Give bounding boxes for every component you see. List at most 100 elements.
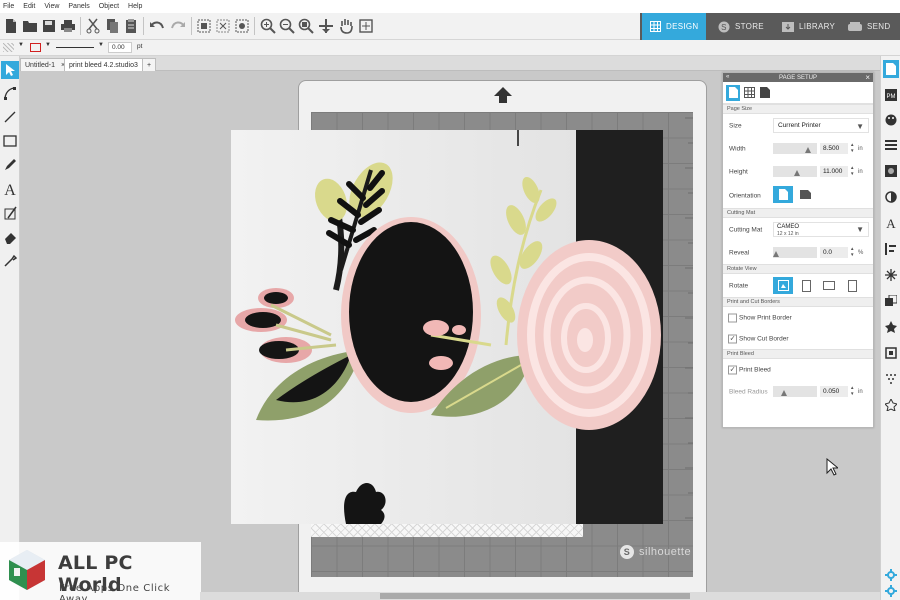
height-slider[interactable]	[773, 166, 817, 177]
width-input[interactable]: 8.500	[820, 143, 848, 154]
tab-store[interactable]: S STORE	[710, 13, 770, 40]
rotate-270-icon[interactable]	[842, 277, 862, 294]
page-tab-icon[interactable]	[726, 84, 740, 101]
eyedropper-tool-icon[interactable]	[1, 252, 19, 270]
rotate-90-icon[interactable]	[796, 277, 816, 294]
point-edit-tool-icon[interactable]	[1, 84, 19, 102]
fill-swatch[interactable]	[3, 43, 14, 52]
redo-icon[interactable]	[168, 16, 188, 36]
copy-icon[interactable]	[102, 16, 122, 36]
zoom-in-icon[interactable]	[258, 16, 278, 36]
add-tab-button[interactable]: +	[142, 58, 157, 71]
ungroup-icon[interactable]	[213, 16, 233, 36]
paste-icon[interactable]	[121, 16, 141, 36]
line-style-preview[interactable]	[56, 47, 94, 48]
rotate-180-icon[interactable]	[819, 277, 839, 294]
menu-help[interactable]: Help	[128, 3, 142, 10]
fit-page-icon[interactable]	[356, 16, 376, 36]
scrollbar-thumb[interactable]	[380, 593, 690, 599]
fill-pattern-icon[interactable]	[883, 162, 899, 180]
menu-panels[interactable]: Panels	[68, 3, 89, 10]
bleed-radius-slider[interactable]	[773, 386, 817, 397]
line-color-swatch[interactable]	[30, 43, 41, 52]
close-icon[interactable]: ×	[865, 73, 870, 82]
collapse-icon[interactable]: «	[726, 73, 729, 82]
menu-edit[interactable]: Edit	[23, 3, 35, 10]
show-cut-border-row: ✓ Show Cut Border	[723, 328, 873, 349]
drag-down-icon[interactable]	[316, 16, 336, 36]
replicate-icon[interactable]	[883, 292, 899, 310]
tab-send[interactable]: SEND	[840, 13, 898, 40]
transform-icon[interactable]	[883, 266, 899, 284]
tab-library-label: LIBRARY	[799, 22, 836, 31]
registration-marks-icon[interactable]: PM	[883, 86, 899, 104]
rotate-0-icon[interactable]	[773, 277, 793, 294]
print-icon[interactable]	[58, 16, 78, 36]
height-input[interactable]: 11.000	[820, 166, 848, 177]
print-bleed-checkbox[interactable]: ✓	[728, 365, 737, 374]
cut-icon[interactable]	[83, 16, 103, 36]
zoom-out-icon[interactable]	[277, 16, 297, 36]
shadow-icon[interactable]	[883, 188, 899, 206]
undo-icon[interactable]	[147, 16, 167, 36]
compound-path-icon[interactable]	[232, 16, 252, 36]
spinner-arrows-icon[interactable]: ▲ ▼	[850, 385, 854, 397]
trace-icon[interactable]	[883, 370, 899, 388]
zoom-selection-icon[interactable]	[296, 16, 316, 36]
group-icon[interactable]	[194, 16, 214, 36]
modify-icon[interactable]	[883, 318, 899, 336]
spinner-arrows-icon[interactable]: ▲ ▼	[850, 165, 854, 177]
slider-thumb[interactable]	[773, 251, 779, 257]
line-style-caret-icon[interactable]: ▼	[98, 42, 104, 48]
size-select[interactable]: Current Printer ▼	[773, 118, 869, 133]
rectangle-tool-icon[interactable]	[1, 132, 19, 150]
line-tool-icon[interactable]	[1, 108, 19, 126]
open-folder-icon[interactable]	[20, 16, 40, 36]
save-icon[interactable]	[39, 16, 59, 36]
reveal-slider[interactable]	[773, 247, 817, 258]
menu-object[interactable]: Object	[99, 3, 119, 10]
slider-thumb[interactable]	[805, 147, 812, 153]
width-slider[interactable]	[773, 143, 817, 154]
offset-icon[interactable]	[883, 344, 899, 362]
palette-icon[interactable]	[883, 111, 899, 129]
background-tab-icon[interactable]	[758, 85, 772, 101]
line-color-caret-icon[interactable]: ▼	[45, 42, 51, 48]
align-icon[interactable]	[883, 240, 899, 258]
horizontal-scrollbar[interactable]	[200, 592, 880, 600]
tab-library[interactable]: LIBRARY	[774, 13, 838, 40]
fill-dropdown-caret-icon[interactable]: ▼	[18, 42, 24, 48]
reveal-input[interactable]: 0.0	[820, 247, 848, 258]
print-bleed-row: ✓ Print Bleed	[723, 359, 873, 380]
line-style-icon[interactable]	[883, 136, 899, 154]
text-tool-icon[interactable]: A	[1, 180, 19, 198]
portrait-icon[interactable]	[773, 186, 793, 203]
show-cut-border-checkbox[interactable]: ✓	[728, 334, 737, 343]
tab-design[interactable]: DESIGN	[642, 13, 706, 40]
menu-view[interactable]: View	[44, 3, 59, 10]
knife-tool-icon[interactable]	[1, 204, 19, 222]
slider-thumb[interactable]	[780, 390, 787, 396]
spinner-arrows-icon[interactable]: ▲ ▼	[850, 142, 854, 154]
line-width-input[interactable]: 0.00	[108, 42, 132, 53]
gear-icon[interactable]	[883, 582, 899, 600]
star-icon[interactable]	[883, 396, 899, 414]
spinner-arrows-icon[interactable]: ▲ ▼	[850, 246, 854, 258]
show-print-border-checkbox[interactable]	[728, 313, 737, 322]
design-artwork[interactable]	[231, 130, 663, 524]
pencil-tool-icon[interactable]	[1, 156, 19, 174]
select-tool-icon[interactable]	[1, 61, 19, 79]
grid-tab-icon[interactable]	[742, 85, 756, 101]
text-style-icon[interactable]: A	[883, 214, 899, 232]
slider-thumb[interactable]	[793, 170, 800, 176]
cutting-mat-select[interactable]: CAMEO 12 x 12 in ▼	[773, 222, 869, 237]
menu-file[interactable]: File	[3, 3, 14, 10]
pan-hand-icon[interactable]	[336, 16, 356, 36]
landscape-icon[interactable]	[798, 188, 812, 200]
tab-untitled-1[interactable]: Untitled-1 ×	[20, 58, 71, 71]
eraser-tool-icon[interactable]	[1, 228, 19, 246]
page-setup-icon[interactable]	[883, 60, 899, 78]
new-file-icon[interactable]	[1, 16, 21, 36]
bleed-radius-input[interactable]: 0.050	[820, 386, 848, 397]
tab-print-bleed[interactable]: print bleed 4.2.studio3 ×	[64, 58, 153, 71]
